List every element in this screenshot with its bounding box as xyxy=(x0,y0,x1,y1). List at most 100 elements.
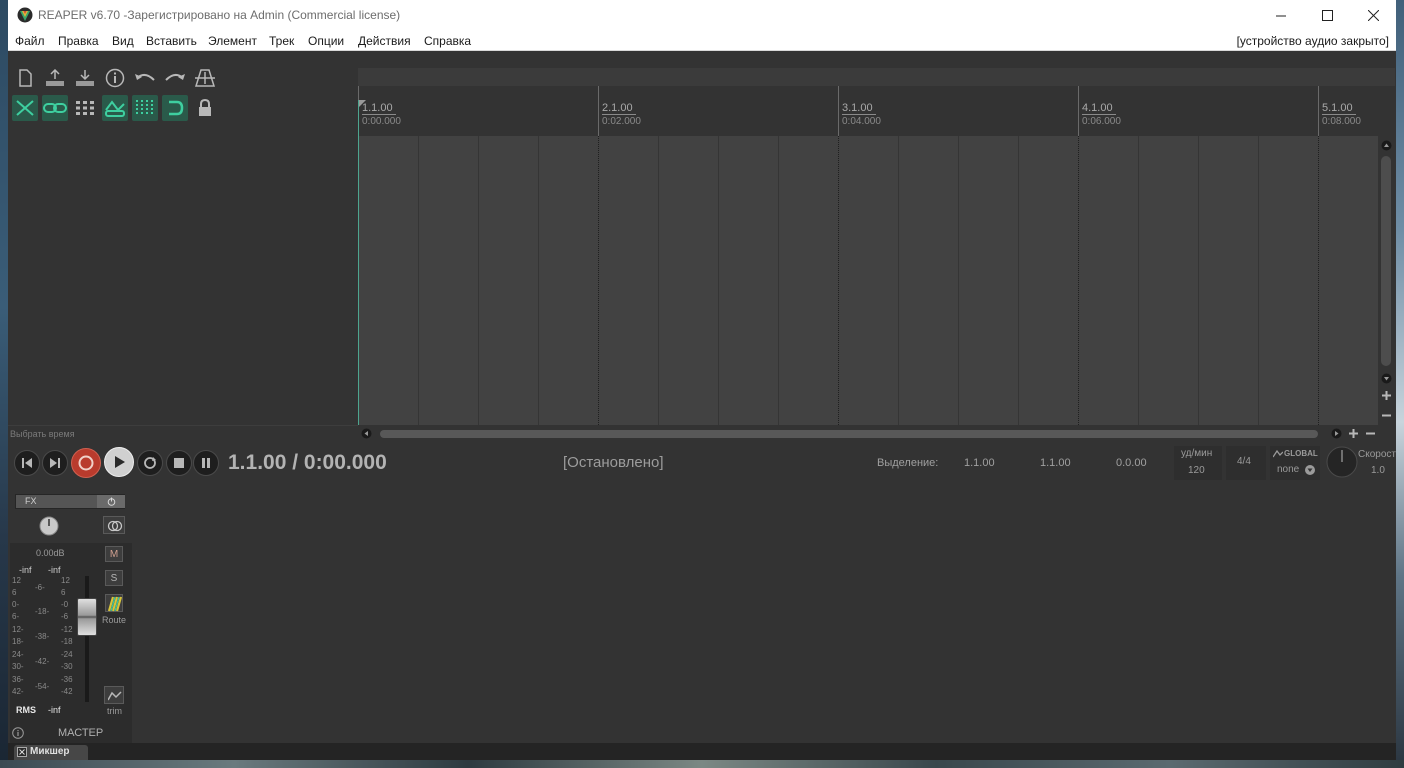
repeat-button[interactable] xyxy=(137,450,163,476)
ripple-edit-button[interactable] xyxy=(12,95,38,121)
time-selection-bar[interactable]: Выбрать время xyxy=(8,425,358,442)
envelope-link-button[interactable] xyxy=(102,95,128,121)
scroll-right-icon[interactable] xyxy=(1331,428,1342,439)
fx-bypass-toggle[interactable] xyxy=(97,495,125,508)
snap-grid-button[interactable] xyxy=(132,95,158,121)
lock-button[interactable] xyxy=(192,95,218,121)
menu-options[interactable]: Опции xyxy=(308,34,344,48)
menu-insert[interactable]: Вставить xyxy=(146,34,197,48)
route-button[interactable] xyxy=(105,594,123,612)
meter-scale-right: -24 xyxy=(61,650,73,659)
go-to-start-button[interactable] xyxy=(14,450,40,476)
play-button[interactable] xyxy=(104,447,134,477)
edit-cursor-marker-icon xyxy=(358,100,366,108)
trim-button[interactable] xyxy=(104,686,124,704)
selection-end[interactable]: 1.1.00 xyxy=(1040,457,1071,469)
position-display[interactable]: 1.1.00 / 0:00.000 xyxy=(228,451,387,475)
menu-help[interactable]: Справка xyxy=(424,34,471,48)
maximize-button[interactable] xyxy=(1304,0,1350,31)
playrate-mode-box[interactable]: GLOBAL none xyxy=(1270,446,1320,480)
master-fx-slot[interactable]: FX xyxy=(15,494,125,509)
arrange-view[interactable] xyxy=(358,136,1378,425)
menu-view[interactable]: Вид xyxy=(112,34,134,48)
horizontal-scroll-thumb[interactable] xyxy=(380,430,1318,438)
solo-button[interactable]: S xyxy=(105,570,123,586)
project-settings-button[interactable] xyxy=(102,65,128,91)
zoom-in-horizontal-icon[interactable] xyxy=(1348,428,1359,439)
menu-item[interactable]: Элемент xyxy=(208,34,257,48)
record-button[interactable] xyxy=(71,448,101,478)
rms-value: -inf xyxy=(48,705,61,715)
open-project-button[interactable] xyxy=(42,65,68,91)
timeline-ruler[interactable]: 1.1.00 0:00.000 2.1.00 0:02.000 3.1.00 0… xyxy=(358,86,1388,136)
meter-scale-mid: -18- xyxy=(35,607,50,616)
grid-line xyxy=(538,136,539,425)
ruler-region-bar[interactable] xyxy=(358,68,1395,86)
zoom-out-horizontal-icon[interactable] xyxy=(1365,428,1376,439)
loop-button[interactable] xyxy=(162,95,188,121)
ruler-bar-label: 2.1.00 xyxy=(602,102,633,114)
metronome-button[interactable] xyxy=(192,65,218,91)
pause-button[interactable] xyxy=(193,450,219,476)
ruler-underline xyxy=(1322,114,1356,115)
undo-icon xyxy=(135,74,155,81)
mute-button[interactable]: M xyxy=(105,546,123,562)
play-icon xyxy=(115,456,125,468)
volume-fader[interactable] xyxy=(77,598,97,636)
route-icon xyxy=(107,596,123,612)
master-info-icon[interactable] xyxy=(12,727,24,739)
close-button[interactable] xyxy=(1350,0,1396,31)
title-bar: REAPER v6.70 -Зарегистрировано на Admin … xyxy=(8,0,1396,31)
time-signature: 4/4 xyxy=(1237,456,1251,467)
go-to-end-button[interactable] xyxy=(42,450,68,476)
vertical-scroll-thumb[interactable] xyxy=(1381,156,1391,366)
stop-button[interactable] xyxy=(166,450,192,476)
scroll-up-icon[interactable] xyxy=(1381,140,1392,151)
zoom-in-vertical-icon[interactable] xyxy=(1381,390,1392,401)
snap-grid-icon xyxy=(136,100,153,116)
grid-line xyxy=(1018,136,1019,425)
track-control-panel[interactable] xyxy=(8,123,358,425)
ruler-underline xyxy=(602,114,636,115)
pause-icon xyxy=(202,458,210,468)
meter-scale-mid: -38- xyxy=(35,632,50,641)
close-tab-icon[interactable] xyxy=(17,747,27,757)
minimize-button[interactable] xyxy=(1258,0,1304,31)
meter-scale-right: -30 xyxy=(61,662,73,671)
scroll-down-icon[interactable] xyxy=(1381,373,1392,384)
stereo-icon xyxy=(107,520,123,532)
meter-scale-mid: -6- xyxy=(35,583,45,592)
selection-length[interactable]: 0.0.00 xyxy=(1116,457,1147,469)
menu-edit[interactable]: Правка xyxy=(58,34,99,48)
mixer-tab[interactable]: Микшер xyxy=(14,745,88,760)
save-project-button[interactable] xyxy=(72,65,98,91)
playrate-knob[interactable] xyxy=(1326,446,1358,478)
audio-device-status[interactable]: [устройство аудио закрыто] xyxy=(1237,34,1389,48)
mixer-tab-label: Микшер xyxy=(30,746,70,757)
zoom-out-vertical-icon[interactable] xyxy=(1381,410,1392,421)
ruler-tick xyxy=(1078,86,1079,136)
ruler-tick xyxy=(838,86,839,136)
new-project-button[interactable] xyxy=(12,65,38,91)
grid-line xyxy=(1198,136,1199,425)
menu-track[interactable]: Трек xyxy=(269,34,294,48)
stereo-width-button[interactable] xyxy=(103,516,125,534)
meter-scale-left: 12 xyxy=(12,576,21,585)
scroll-left-icon[interactable] xyxy=(361,428,372,439)
pan-knob[interactable] xyxy=(39,516,59,536)
main-toolbar xyxy=(8,51,358,123)
menu-bar: Файл Правка Вид Вставить Элемент Трек Оп… xyxy=(8,31,1396,51)
info-icon xyxy=(105,68,125,88)
menu-actions[interactable]: Действия xyxy=(358,34,411,48)
lock-icon xyxy=(199,99,211,116)
redo-button[interactable] xyxy=(162,65,188,91)
grid-button[interactable] xyxy=(72,95,98,121)
grouping-button[interactable] xyxy=(42,95,68,121)
menu-file[interactable]: Файл xyxy=(15,34,45,48)
grid-line-bar xyxy=(598,136,599,425)
time-signature-box[interactable]: 4/4 xyxy=(1226,446,1266,480)
selection-start[interactable]: 1.1.00 xyxy=(964,457,995,469)
transport-bar: 1.1.00 / 0:00.000 [Остановлено] Выделени… xyxy=(8,442,1396,488)
undo-button[interactable] xyxy=(132,65,158,91)
tempo-box[interactable]: уд/мин 120 xyxy=(1174,446,1222,480)
